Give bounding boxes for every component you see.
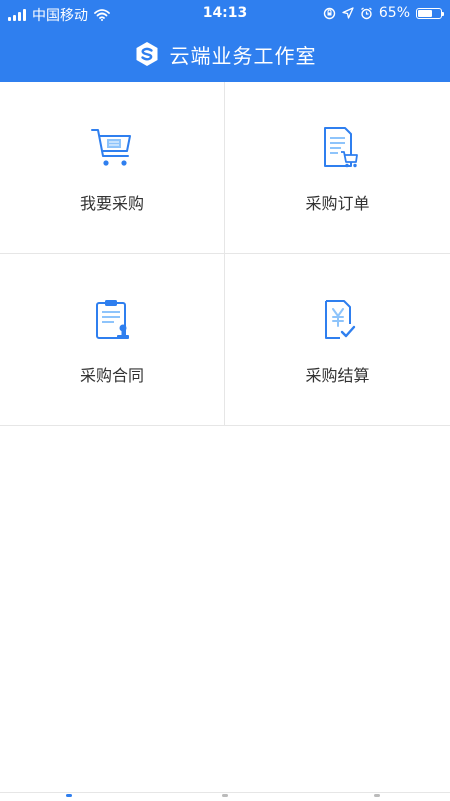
battery-icon (416, 7, 444, 19)
contract-stamp-icon (96, 300, 129, 339)
tab-indicator-middle[interactable] (222, 794, 228, 797)
menu-item-contract[interactable]: 采购合同 (0, 254, 225, 426)
title-row: 云端业务工作室 (0, 37, 450, 71)
tab-indicator-home[interactable] (66, 794, 72, 797)
rotation-lock-icon (323, 7, 336, 19)
shopping-cart-icon (91, 129, 131, 166)
menu-label: 采购合同 (79, 366, 144, 385)
menu-item-orders[interactable]: 采购订单 (225, 82, 450, 254)
status-bar: 中国移动 14:13 65% (0, 0, 450, 28)
battery-percent: 65% (378, 5, 410, 21)
menu-item-purchase[interactable]: 我要采购 (0, 82, 225, 254)
alarm-icon (360, 6, 372, 19)
app-title: 云端业务工作室 (169, 43, 317, 68)
order-list-icon (323, 127, 358, 168)
menu-label: 我要采购 (79, 194, 144, 213)
tab-indicator-profile[interactable] (374, 794, 380, 797)
location-icon (342, 7, 354, 19)
battery-level (418, 9, 433, 17)
menu-label: 采购订单 (305, 194, 370, 213)
status-right: 65% (323, 5, 444, 21)
settlement-yen-icon (324, 300, 355, 339)
menu-item-settlement[interactable]: 采购结算 (225, 254, 450, 426)
menu-label: 采购结算 (305, 366, 370, 385)
app-logo-icon (136, 42, 157, 66)
app-header: 中国移动 14:13 65% 云端业务工作室 (0, 0, 450, 82)
